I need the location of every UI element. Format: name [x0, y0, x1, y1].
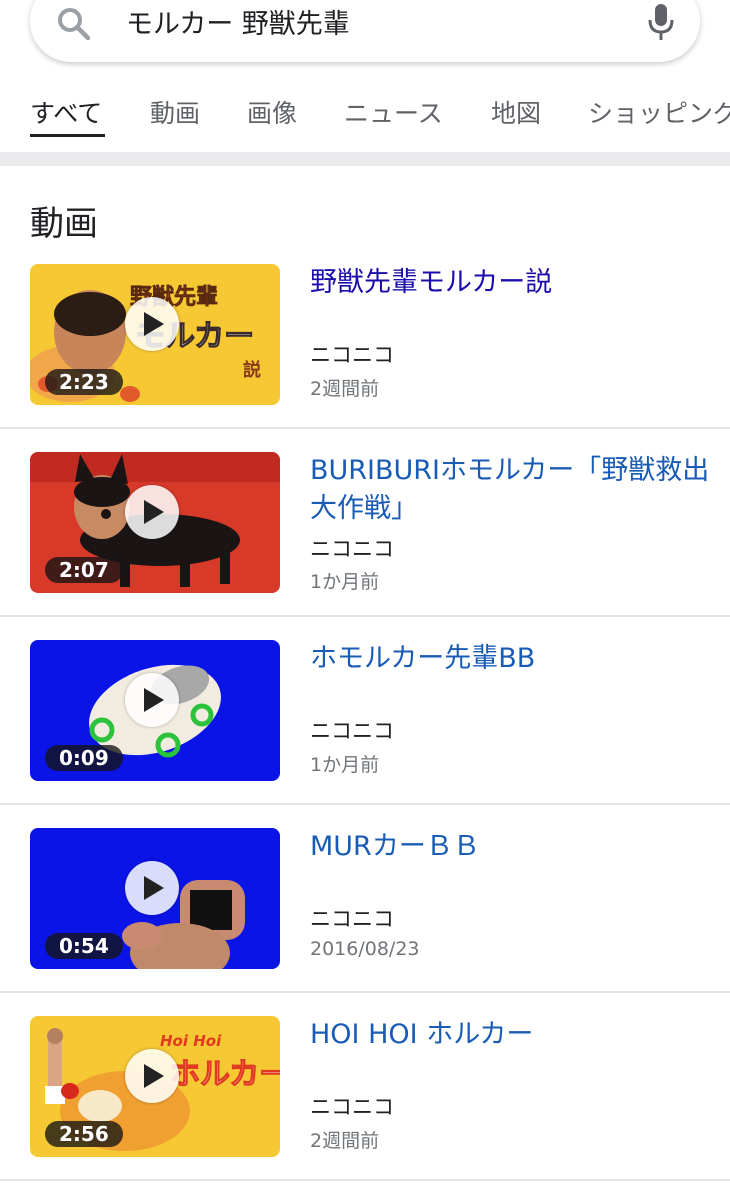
video-source: ニコニコ	[310, 719, 394, 743]
play-icon	[144, 688, 164, 712]
video-duration: 0:09	[45, 745, 123, 771]
thumb-text-3: 説	[243, 359, 261, 381]
video-source: ニコニコ	[310, 907, 394, 931]
video-date: 2週間前	[310, 378, 380, 400]
play-icon	[144, 1064, 164, 1088]
play-button[interactable]	[125, 297, 179, 351]
result-separator	[0, 803, 730, 805]
search-box[interactable]: モルカー 野獣先輩	[30, 0, 700, 62]
play-button[interactable]	[125, 485, 179, 539]
video-title-link[interactable]: BURIBURIホモルカー「野獣救出大作戦」	[310, 452, 710, 528]
video-thumbnail[interactable]: Hoi Hoi ホルカー 2:56	[30, 1016, 280, 1157]
microphone-icon[interactable]	[646, 2, 676, 44]
video-thumbnail[interactable]: 0:54	[30, 828, 280, 969]
video-duration: 2:23	[45, 369, 123, 395]
video-duration: 2:07	[45, 557, 123, 583]
tab-all[interactable]: すべて	[30, 94, 102, 130]
thumb-text-small: Hoi Hoi	[160, 1032, 222, 1050]
thumb-text-big: ホルカー	[170, 1057, 280, 1092]
video-source: ニコニコ	[310, 343, 394, 367]
video-thumbnail[interactable]: 2:07	[30, 452, 280, 593]
video-title-link[interactable]: HOI HOI ホルカー	[310, 1016, 710, 1054]
video-duration: 0:54	[45, 933, 123, 959]
search-query[interactable]: モルカー 野獣先輩	[126, 2, 350, 41]
result-separator	[0, 427, 730, 429]
video-date: 2週間前	[310, 1130, 380, 1152]
tab-videos[interactable]: 動画	[150, 94, 200, 130]
search-tabs: すべて 動画 画像 ニュース 地図 ショッピング	[0, 78, 730, 140]
tab-news[interactable]: ニュース	[344, 94, 443, 130]
video-date: 2016/08/23	[310, 938, 420, 960]
result-separator	[0, 1179, 730, 1181]
tab-shopping[interactable]: ショッピング	[588, 94, 730, 130]
play-button[interactable]	[125, 861, 179, 915]
video-thumbnail[interactable]: 0:09	[30, 640, 280, 781]
tab-images[interactable]: 画像	[247, 94, 297, 130]
play-icon	[144, 500, 164, 524]
active-tab-indicator	[30, 134, 105, 137]
search-header: モルカー 野獣先輩 すべて 動画 画像 ニュース 地図 ショッピング	[0, 0, 730, 152]
video-date: 1か月前	[310, 754, 380, 776]
play-icon	[144, 312, 164, 336]
play-icon	[144, 876, 164, 900]
play-button[interactable]	[125, 1049, 179, 1103]
search-icon[interactable]	[56, 6, 92, 42]
tab-maps[interactable]: 地図	[491, 94, 541, 130]
result-separator	[0, 991, 730, 993]
play-button[interactable]	[125, 673, 179, 727]
video-source: ニコニコ	[310, 1095, 394, 1119]
video-thumbnail[interactable]: 野獣先輩 モルカー 説 2:23	[30, 264, 280, 405]
result-separator	[0, 615, 730, 617]
video-source: ニコニコ	[310, 537, 394, 561]
video-date: 1か月前	[310, 571, 380, 593]
video-title-link[interactable]: MURカーＢＢ	[310, 828, 710, 866]
video-title-link[interactable]: 野獣先輩モルカー説	[310, 264, 710, 302]
video-duration: 2:56	[45, 1121, 123, 1147]
section-divider	[0, 152, 730, 166]
videos-section-title: 動画	[30, 204, 98, 244]
video-title-link[interactable]: ホモルカー先輩BB	[310, 640, 710, 678]
